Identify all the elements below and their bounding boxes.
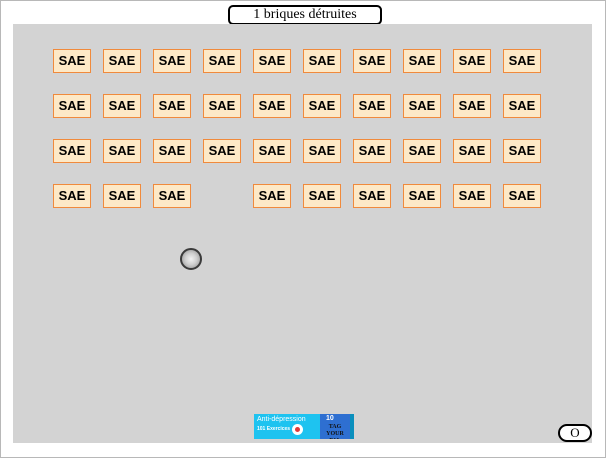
brick: SAE: [253, 94, 291, 118]
bricks-destroyed-counter: 1 briques détruites: [228, 5, 382, 25]
brick: SAE: [353, 139, 391, 163]
brick: SAE: [253, 184, 291, 208]
brick: SAE: [503, 49, 541, 73]
paddle-edge: [350, 414, 354, 439]
brick: SAE: [453, 139, 491, 163]
paddle[interactable]: Anti-dépression 101 Exercices 10 TAG YOU…: [254, 414, 354, 439]
brick: SAE: [503, 94, 541, 118]
paddle-ad-title: Anti-dépression: [257, 416, 306, 423]
brick: SAE: [453, 49, 491, 73]
brick: SAE: [103, 139, 141, 163]
brick: SAE: [53, 184, 91, 208]
brick: SAE: [53, 94, 91, 118]
playfield[interactable]: SAE SAE SAE SAE SAE SAE SAE SAE SAE SAE SAE SAE SAE S…: [13, 24, 592, 443]
brick: SAE: [353, 94, 391, 118]
paddle-ad-brand: TAG YOUR PAL: [326, 424, 344, 439]
brick: SAE: [153, 94, 191, 118]
paddle-ad-badge: 10 TAG YOUR PAL: [320, 414, 350, 439]
ball: [180, 248, 202, 270]
brick: SAE: [103, 49, 141, 73]
brick: SAE: [353, 184, 391, 208]
brick: SAE: [103, 184, 141, 208]
brick: SAE: [253, 49, 291, 73]
brick: SAE: [403, 139, 441, 163]
brick: SAE: [403, 184, 441, 208]
brick: SAE: [503, 139, 541, 163]
brick: SAE: [153, 139, 191, 163]
brick: SAE: [303, 49, 341, 73]
brick: SAE: [453, 184, 491, 208]
brick: SAE: [153, 184, 191, 208]
brick: SAE: [53, 49, 91, 73]
brick: SAE: [403, 94, 441, 118]
brick: SAE: [403, 49, 441, 73]
corner-button[interactable]: O: [558, 424, 592, 442]
brick: SAE: [203, 139, 241, 163]
paddle-ad-subtitle: 101 Exercices: [257, 426, 291, 432]
brick: SAE: [53, 139, 91, 163]
brick: SAE: [103, 94, 141, 118]
brick: SAE: [453, 94, 491, 118]
brick: SAE: [153, 49, 191, 73]
brick: SAE: [303, 139, 341, 163]
brick: SAE: [203, 94, 241, 118]
paddle-ad-number: 10: [326, 415, 334, 422]
brick: SAE: [503, 184, 541, 208]
brick: SAE: [253, 139, 291, 163]
brick: SAE: [203, 49, 241, 73]
brick: SAE: [353, 49, 391, 73]
brick: SAE: [303, 94, 341, 118]
brick: SAE: [303, 184, 341, 208]
logo-icon: [292, 424, 303, 435]
